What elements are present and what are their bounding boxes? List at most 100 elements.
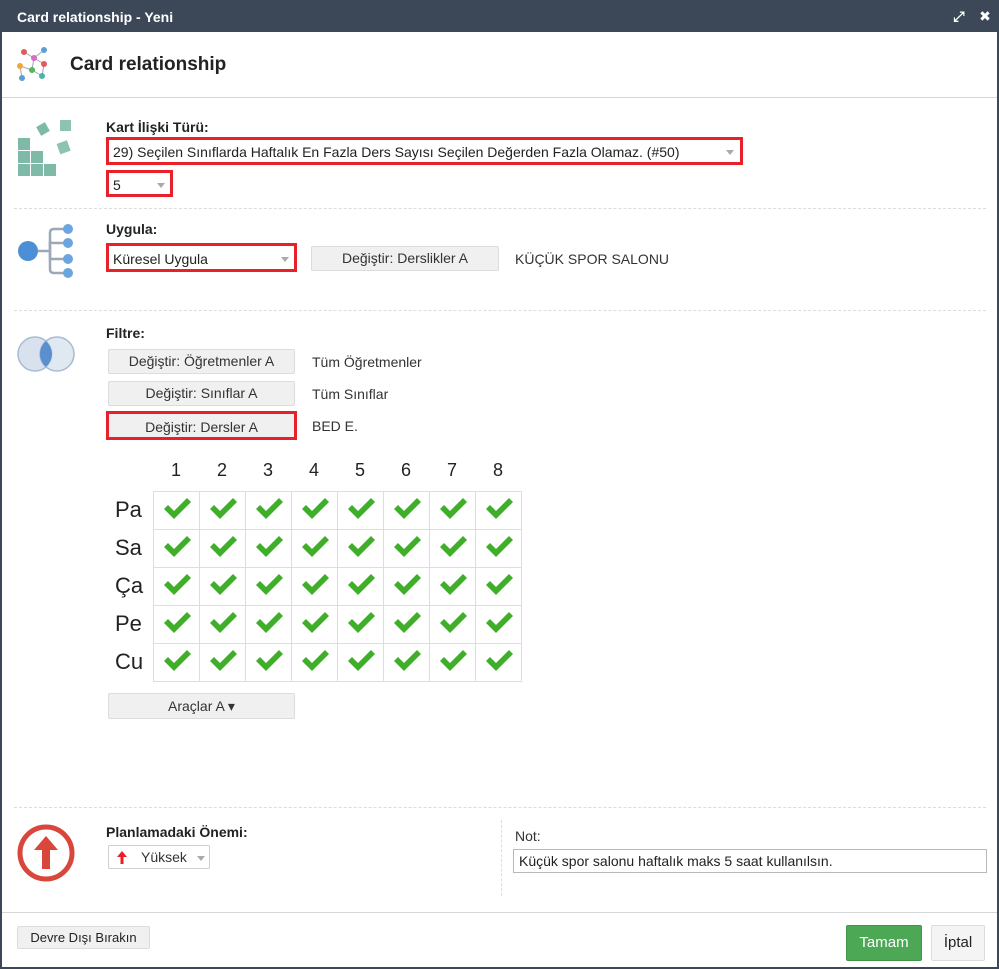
checkmark-icon — [393, 498, 421, 519]
importance-select[interactable]: Yüksek — [108, 845, 210, 869]
grid-cell[interactable] — [199, 529, 246, 568]
checkmark-icon — [347, 650, 375, 671]
change-classrooms-button[interactable]: Değiştir: Derslikler A — [311, 246, 499, 271]
lessons-filter-value: BED E. — [312, 418, 358, 434]
grid-column-header: 6 — [400, 460, 411, 480]
grid-column-header: 1 — [170, 460, 181, 480]
grid-cell[interactable] — [245, 491, 292, 530]
vertical-divider — [501, 820, 502, 896]
grid-cell[interactable] — [475, 529, 522, 568]
checkmark-icon — [255, 650, 283, 671]
grid-cell[interactable] — [245, 605, 292, 644]
grid-cell[interactable] — [383, 643, 430, 682]
grid-cell[interactable] — [153, 567, 200, 606]
grid-cell[interactable] — [291, 491, 338, 530]
relation-value-select[interactable]: 5 — [106, 170, 173, 197]
classes-filter-value: Tüm Sınıflar — [312, 386, 389, 402]
grid-cell[interactable] — [475, 605, 522, 644]
grid-cell[interactable] — [245, 529, 292, 568]
grid-cell[interactable] — [383, 567, 430, 606]
importance-selected: Yüksek — [141, 849, 187, 865]
grid-cell[interactable] — [429, 605, 476, 644]
expand-icon[interactable]: ⤢ — [951, 8, 967, 24]
grid-column-header: 8 — [492, 460, 503, 480]
ok-button[interactable]: Tamam — [846, 925, 922, 961]
checkmark-icon — [301, 498, 329, 519]
checkmark-icon — [393, 536, 421, 557]
grid-cell[interactable] — [199, 491, 246, 530]
grid-column-header: 5 — [354, 460, 365, 480]
checkmark-icon — [209, 536, 237, 557]
grid-cell[interactable] — [383, 491, 430, 530]
checkmark-icon — [255, 612, 283, 633]
grid-column-header: 3 — [262, 460, 273, 480]
note-input[interactable]: Küçük spor salonu haftalık maks 5 saat k… — [513, 849, 987, 873]
grid-cell[interactable] — [475, 491, 522, 530]
grid-cell[interactable] — [153, 529, 200, 568]
grid-cell[interactable] — [291, 643, 338, 682]
section-divider — [14, 807, 986, 808]
grid-cell[interactable] — [429, 643, 476, 682]
dialog-header: Card relationship — [2, 32, 997, 98]
arrow-up-icon — [117, 851, 127, 864]
grid-cell[interactable] — [429, 529, 476, 568]
grid-cell[interactable] — [153, 605, 200, 644]
grid-cell[interactable] — [429, 491, 476, 530]
change-lessons-label: Değiştir: Dersler A — [145, 419, 258, 435]
grid-cell[interactable] — [475, 567, 522, 606]
checkmark-icon — [393, 612, 421, 633]
filter-label: Filtre: — [106, 325, 145, 341]
checkmark-icon — [439, 574, 467, 595]
grid-column-header: 4 — [308, 460, 319, 480]
checkmark-icon — [301, 612, 329, 633]
grid-cell[interactable] — [245, 643, 292, 682]
grid-cell[interactable] — [199, 643, 246, 682]
grid-row — [153, 605, 522, 644]
grid-cell[interactable] — [245, 567, 292, 606]
grid-cell[interactable] — [337, 491, 384, 530]
grid-cell[interactable] — [291, 529, 338, 568]
checkmark-icon — [393, 574, 421, 595]
grid-cell[interactable] — [291, 605, 338, 644]
grid-cell[interactable] — [199, 567, 246, 606]
grid-row — [153, 643, 522, 682]
checkmark-icon — [347, 574, 375, 595]
grid-cell[interactable] — [153, 643, 200, 682]
note-label: Not: — [515, 828, 541, 844]
apply-scope-select[interactable]: Küresel Uygula — [106, 243, 297, 272]
checkmark-icon — [301, 574, 329, 595]
relation-type-selected: 29) Seçilen Sınıflarda Haftalık En Fazla… — [113, 144, 680, 160]
tools-button[interactable]: Araçlar A ▾ — [108, 693, 295, 719]
apply-label: Uygula: — [106, 221, 158, 237]
checkmark-icon — [347, 612, 375, 633]
grid-cell[interactable] — [475, 643, 522, 682]
grid-cell[interactable] — [199, 605, 246, 644]
change-classes-button[interactable]: Değiştir: Sınıflar A — [108, 381, 295, 406]
grid-cell[interactable] — [337, 529, 384, 568]
checkmark-icon — [163, 612, 191, 633]
relation-type-select[interactable]: 29) Seçilen Sınıflarda Haftalık En Fazla… — [106, 137, 743, 165]
grid-row — [153, 567, 522, 606]
grid-cell[interactable] — [383, 529, 430, 568]
grid-row — [153, 529, 522, 568]
checkmark-icon — [209, 498, 237, 519]
grid-cell[interactable] — [429, 567, 476, 606]
checkmark-icon — [163, 650, 191, 671]
change-lessons-button[interactable]: Değiştir: Dersler A — [106, 411, 297, 440]
grid-cell[interactable] — [337, 643, 384, 682]
checkmark-icon — [255, 498, 283, 519]
grid-cell[interactable] — [383, 605, 430, 644]
close-icon[interactable]: ✖ — [977, 8, 993, 24]
disable-button[interactable]: Devre Dışı Bırakın — [17, 926, 150, 949]
cancel-button[interactable]: İptal — [931, 925, 985, 961]
grid-row-label: Pe — [115, 611, 142, 636]
grid-cell[interactable] — [291, 567, 338, 606]
grid-cell[interactable] — [337, 605, 384, 644]
grid-cell[interactable] — [337, 567, 384, 606]
checkmark-icon — [209, 612, 237, 633]
chevron-down-icon — [197, 856, 205, 861]
grid-row-label: Sa — [115, 535, 142, 560]
grid-cell[interactable] — [153, 491, 200, 530]
relation-type-label: Kart İlişki Türü: — [106, 119, 209, 135]
change-teachers-button[interactable]: Değiştir: Öğretmenler A — [108, 349, 295, 374]
